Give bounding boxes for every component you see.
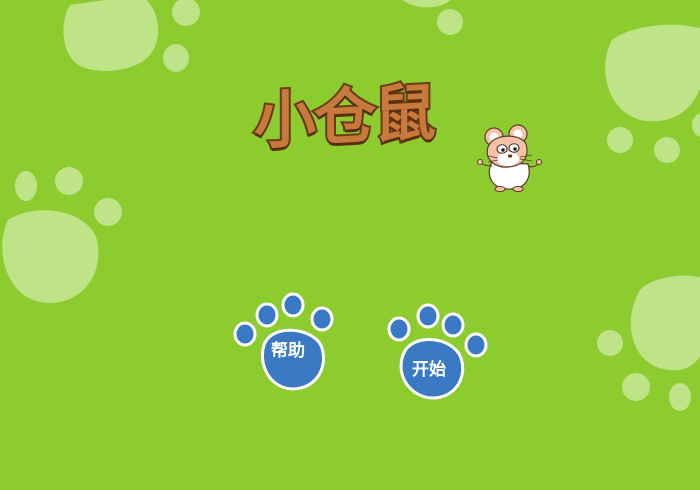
paw-print-icon [387,303,488,400]
paw-print-icon [63,0,200,72]
help-button-label: 帮助 [271,341,305,361]
paw-print-icon [2,167,122,303]
paw-print-icon [402,0,463,35]
hamster-icon [477,124,542,192]
start-screen: 小仓鼠 帮助 开始 [0,0,700,490]
help-button[interactable]: 帮助 [230,290,340,395]
paw-print-icon [605,24,700,163]
game-title: 小仓鼠 [252,74,436,160]
start-button[interactable]: 开始 [383,300,493,405]
paw-print-icon [597,275,700,411]
start-button-label: 开始 [412,360,446,380]
